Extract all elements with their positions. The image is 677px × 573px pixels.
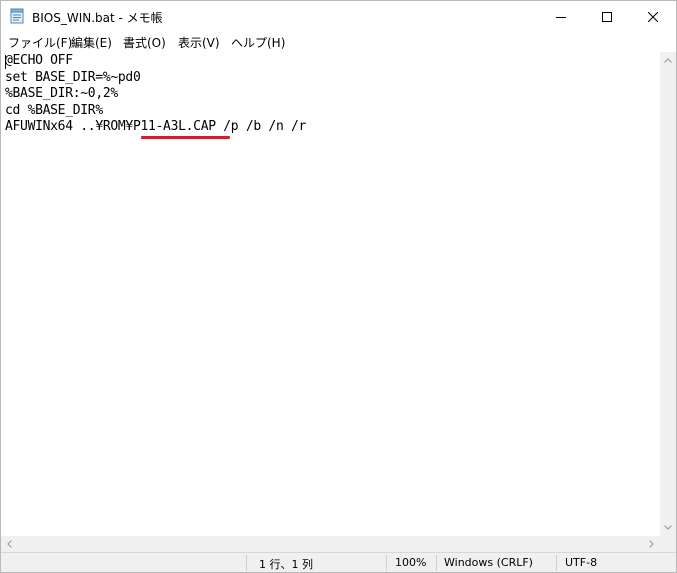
status-encoding: UTF-8 (565, 556, 598, 569)
scroll-down-icon (664, 525, 672, 530)
menu-bar: ファイル(F) 編集(E) 書式(O) 表示(V) ヘルプ(H) (1, 32, 676, 51)
scroll-right-icon (649, 540, 654, 548)
text-editor[interactable]: @ECHO OFF set BASE_DIR=%~pd0 %BASE_DIR:~… (1, 52, 660, 536)
status-divider (246, 555, 247, 571)
scroll-up-button[interactable] (660, 52, 676, 69)
status-cursor-position: 1 行、1 列 (259, 558, 313, 571)
minimize-icon (556, 16, 566, 18)
vertical-scrollbar[interactable] (660, 52, 676, 536)
scroll-left-button[interactable] (1, 536, 18, 552)
status-zoom: 100% (395, 556, 427, 569)
menu-format[interactable]: 書式(O) (123, 34, 166, 51)
editor-line: set BASE_DIR=%~pd0 (5, 69, 141, 85)
menu-file[interactable]: ファイル(F) (8, 34, 72, 51)
status-divider (436, 555, 437, 571)
close-button[interactable] (630, 1, 676, 32)
scroll-up-icon (664, 58, 672, 63)
scroll-corner (660, 536, 676, 552)
maximize-button[interactable] (584, 1, 630, 32)
editor-line: %BASE_DIR:~0,2% (5, 86, 118, 101)
text-cursor (5, 55, 6, 69)
title-bar[interactable]: BIOS_WIN.bat - メモ帳 (1, 1, 676, 32)
horizontal-scrollbar[interactable] (1, 536, 660, 552)
scroll-down-button[interactable] (660, 519, 676, 536)
editor-content[interactable]: @ECHO OFF set BASE_DIR=%~pd0 %BASE_DIR:~… (5, 53, 306, 136)
editor-line: AFUWINx64 ..¥ROM¥P11-A3L.CAP /p /b /n /r (5, 119, 307, 134)
notepad-app-icon (10, 8, 24, 24)
menu-help[interactable]: ヘルプ(H) (231, 34, 285, 51)
window-title: BIOS_WIN.bat - メモ帳 (32, 11, 163, 25)
highlight-underline (141, 136, 230, 139)
editor-line: @ECHO OFF (5, 53, 73, 68)
status-divider (386, 555, 387, 571)
status-bar: 1 行、1 列 100% Windows (CRLF) UTF-8 (1, 552, 676, 572)
maximize-icon (602, 11, 612, 22)
menu-view[interactable]: 表示(V) (178, 34, 220, 51)
scroll-left-icon (7, 540, 12, 548)
editor-line: cd %BASE_DIR% (5, 102, 103, 118)
minimize-button[interactable] (538, 1, 584, 32)
menu-edit[interactable]: 編集(E) (71, 34, 112, 51)
scroll-right-button[interactable] (643, 536, 660, 552)
notepad-window: BIOS_WIN.bat - メモ帳 ファイル(F) 編集(E) 書式(O) 表… (0, 0, 677, 573)
status-line-ending: Windows (CRLF) (444, 556, 533, 569)
status-divider (556, 555, 557, 571)
close-icon (648, 11, 658, 22)
